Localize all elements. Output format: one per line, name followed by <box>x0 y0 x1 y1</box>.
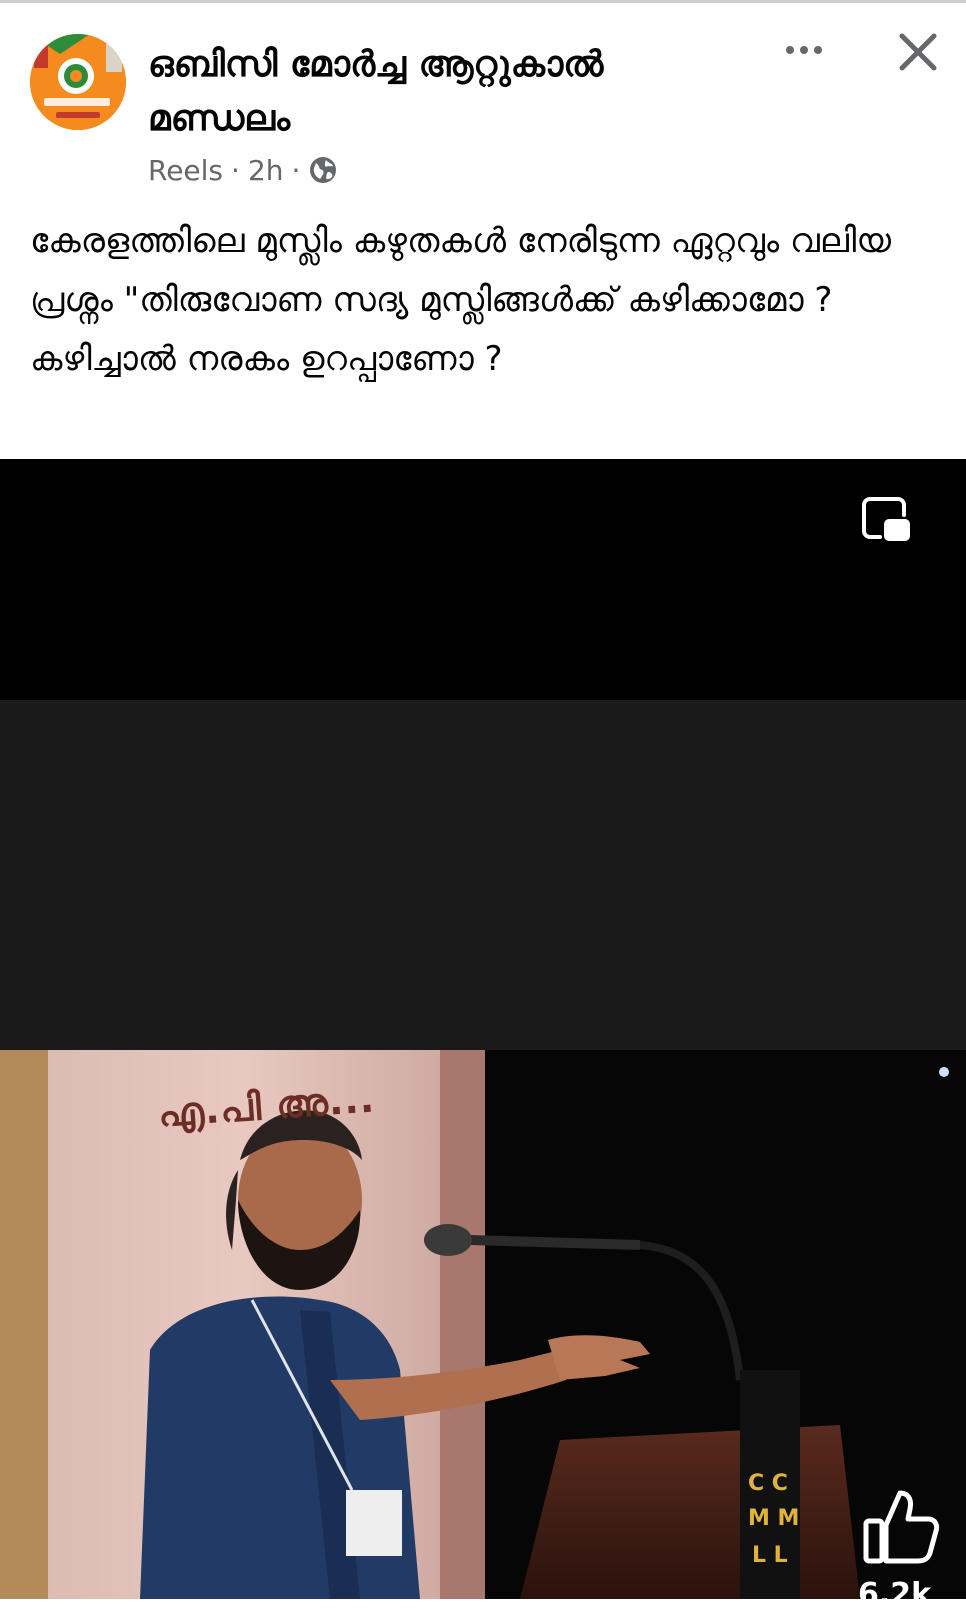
picture-in-picture-button[interactable] <box>858 495 914 547</box>
thumbs-up-icon <box>863 1490 940 1564</box>
more-horizontal-icon <box>786 46 794 54</box>
like-count: 6.2k <box>858 1577 932 1612</box>
post-text: കേരളത്തിലെ മുസ്ലിം കഴുതകൾ നേരിടുന്ന ഏറ്റ… <box>30 221 892 379</box>
globe-icon <box>308 155 338 185</box>
more-options-button[interactable] <box>776 30 832 70</box>
like-button[interactable] <box>862 1487 940 1567</box>
svg-text:L L: L L <box>752 1543 788 1568</box>
picture-in-picture-icon <box>862 497 910 541</box>
close-button[interactable] <box>894 28 942 76</box>
post-type[interactable]: Reels <box>148 154 223 187</box>
top-divider <box>0 0 966 3</box>
page-avatar[interactable] <box>30 34 126 130</box>
close-icon <box>899 33 937 71</box>
reel-video[interactable]: C C M M L L എ.പി അ... <box>0 459 966 1599</box>
video-frame: C C M M L L എ.പി അ... <box>0 1050 966 1599</box>
post-time[interactable]: 2h <box>248 154 284 187</box>
video-letterbox <box>0 700 966 1050</box>
post-meta: Reels · 2h · <box>148 150 338 190</box>
meta-separator: · <box>291 153 301 187</box>
svg-text:M M: M M <box>748 1506 799 1531</box>
meta-separator: · <box>231 153 240 187</box>
page-name[interactable]: ഒബിസി മോർച്ച ആറ്റുകാൽ മണ്ഡലം <box>148 38 748 146</box>
svg-text:C C: C C <box>748 1471 788 1496</box>
